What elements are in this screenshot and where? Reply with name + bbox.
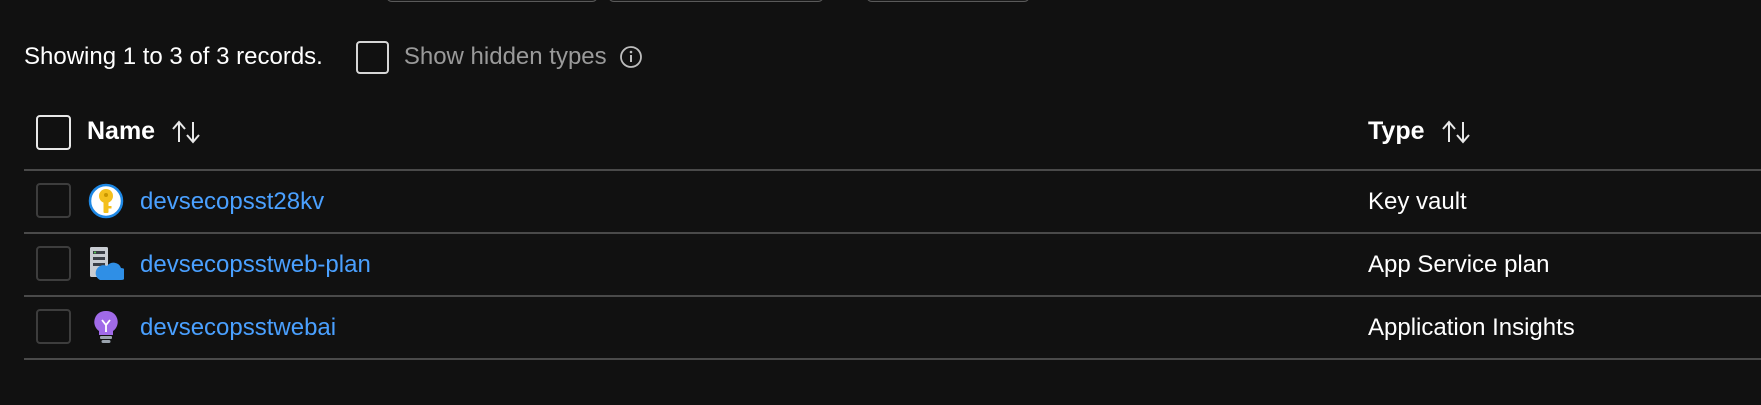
records-count-text: Showing 1 to 3 of 3 records.	[24, 43, 323, 70]
resource-name-link[interactable]: devsecopsstweb-plan	[140, 251, 371, 279]
select-all-checkbox[interactable]	[36, 115, 71, 150]
toolbar-button[interactable]	[608, 0, 824, 2]
resource-name-link[interactable]: devsecopsst28kv	[140, 188, 324, 216]
column-header-label: Type	[1368, 117, 1425, 145]
toolbar-button[interactable]	[866, 0, 1030, 2]
resources-table: Name Type devsecopsst28kv Key vault devs…	[24, 107, 1761, 360]
column-header-label: Name	[87, 117, 156, 145]
key-vault-icon	[88, 183, 124, 219]
show-hidden-types-label[interactable]: Show hidden types	[404, 43, 607, 71]
resource-type-text: App Service plan	[1368, 251, 1550, 278]
info-icon[interactable]	[619, 45, 643, 69]
table-row[interactable]: devsecopsstwebai Application Insights	[24, 297, 1761, 360]
toolbar-button[interactable]	[386, 0, 598, 2]
resource-name-link[interactable]: devsecopsstwebai	[140, 314, 336, 342]
sort-arrows-icon[interactable]	[1439, 118, 1473, 146]
resource-list-page: Showing 1 to 3 of 3 records. Show hidden…	[0, 0, 1761, 405]
sort-arrows-icon[interactable]	[169, 118, 203, 146]
resource-type-text: Application Insights	[1368, 314, 1575, 341]
table-row[interactable]: devsecopsstweb-plan App Service plan	[24, 234, 1761, 297]
resource-type-text: Key vault	[1368, 188, 1467, 215]
column-header-name[interactable]: Name	[87, 117, 203, 146]
table-header-row: Name Type	[24, 107, 1761, 171]
table-row[interactable]: devsecopsst28kv Key vault	[24, 171, 1761, 234]
row-select-checkbox[interactable]	[36, 309, 71, 344]
records-summary-bar: Showing 1 to 3 of 3 records. Show hidden…	[24, 38, 643, 76]
application-insights-icon	[88, 309, 124, 345]
column-header-type[interactable]: Type	[1368, 117, 1473, 146]
row-select-checkbox[interactable]	[36, 246, 71, 281]
app-service-plan-icon	[88, 246, 124, 282]
show-hidden-types-checkbox[interactable]	[355, 40, 389, 74]
row-select-checkbox[interactable]	[36, 183, 71, 218]
